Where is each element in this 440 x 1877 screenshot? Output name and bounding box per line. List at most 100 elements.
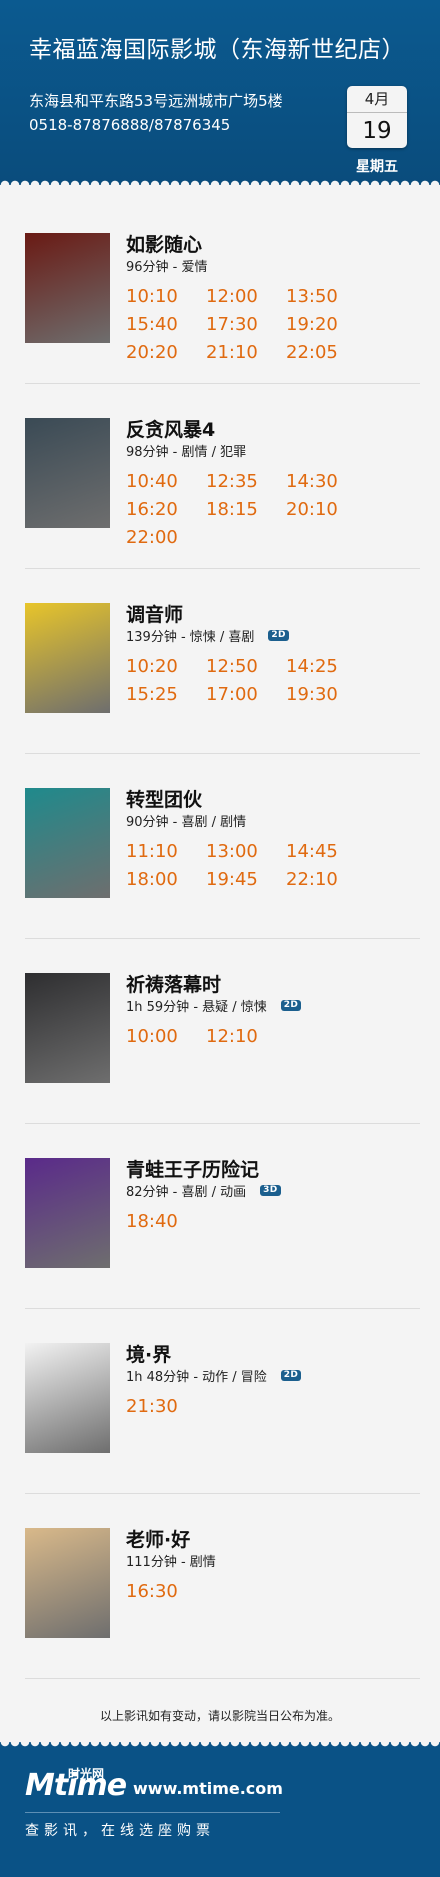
movie-poster[interactable]: [25, 233, 110, 343]
cinema-name: 幸福蓝海国际影城（东海新世纪店）: [29, 37, 405, 63]
movie-divider: [25, 383, 420, 384]
movie-poster[interactable]: [25, 603, 110, 713]
showtime[interactable]: 21:30: [126, 1393, 206, 1421]
showtime[interactable]: 22:00: [126, 524, 206, 552]
showtime[interactable]: 21:10: [206, 339, 286, 367]
mtime-site-link[interactable]: www.mtime.com: [133, 1779, 283, 1798]
showtime[interactable]: 15:25: [126, 681, 206, 709]
showtime[interactable]: 19:20: [286, 311, 366, 339]
format-badge: 3D: [260, 1185, 281, 1196]
movie-poster[interactable]: [25, 788, 110, 898]
date-month: 4月: [347, 86, 407, 113]
movie-divider: [25, 568, 420, 569]
movie-title[interactable]: 如影随心: [126, 230, 202, 257]
movie-duration-genre: 139分钟 - 惊悚 / 喜剧: [126, 630, 255, 645]
showtime-list: 16:30: [126, 1578, 426, 1606]
showtime-list: 11:10 13:00 14:45 18:00 19:45 22:10: [126, 838, 426, 894]
mtime-footer: Mtime 时光网 www.mtime.com 查影讯，在线选座购票: [0, 1742, 440, 1877]
movie-title[interactable]: 反贪风暴4: [126, 415, 215, 442]
movie-item[interactable]: 反贪风暴4 98分钟 - 剧情 / 犯罪 10:40 12:35 14:30 16:20 1…: [0, 418, 440, 603]
movie-meta: 90分钟 - 喜剧 / 剧情: [126, 811, 246, 830]
movie-title[interactable]: 祈祷落幕时: [126, 970, 221, 997]
movie-duration-genre: 82分钟 - 喜剧 / 动画: [126, 1185, 247, 1200]
showtime[interactable]: 17:00: [206, 681, 286, 709]
showtime[interactable]: 12:35: [206, 468, 286, 496]
showtime[interactable]: 13:50: [286, 283, 366, 311]
movie-meta: 82分钟 - 喜剧 / 动画 3D: [126, 1181, 281, 1200]
showtime-list: 10:20 12:50 14:25 15:25 17:00 19:30: [126, 653, 426, 709]
movie-divider: [25, 753, 420, 754]
movie-poster[interactable]: [25, 1158, 110, 1268]
movie-item[interactable]: 青蛙王子历险记 82分钟 - 喜剧 / 动画 3D 18:40: [0, 1158, 440, 1343]
showtime-list: 10:40 12:35 14:30 16:20 18:15 20:10 22:00: [126, 468, 426, 552]
showtime[interactable]: 18:40: [126, 1208, 206, 1236]
perforation-edge: [0, 177, 440, 185]
cinema-phone: 0518-87876888/87876345: [29, 116, 231, 134]
date-day: 19: [362, 118, 392, 144]
movie-duration-genre: 90分钟 - 喜剧 / 剧情: [126, 815, 247, 830]
showtime[interactable]: 15:40: [126, 311, 206, 339]
movie-meta: 1h 48分钟 - 动作 / 冒险 2D: [126, 1366, 302, 1385]
movie-divider: [25, 1493, 420, 1494]
movie-item[interactable]: 调音师 139分钟 - 惊悚 / 喜剧 2D 10:20 12:50 14:25 15:25…: [0, 603, 440, 788]
showtime[interactable]: 10:40: [126, 468, 206, 496]
showtime[interactable]: 12:50: [206, 653, 286, 681]
showtime[interactable]: 10:10: [126, 283, 206, 311]
movie-item[interactable]: 祈祷落幕时 1h 59分钟 - 悬疑 / 惊悚 2D 10:00 12:10: [0, 973, 440, 1158]
weekday: 星期五: [356, 159, 398, 175]
cinema-address: 东海县和平东路53号远洲城市广场5楼: [29, 92, 283, 110]
movie-poster[interactable]: [25, 1528, 110, 1638]
showtime[interactable]: 20:20: [126, 339, 206, 367]
date-card: 4月 19: [347, 86, 407, 148]
format-badge: 2D: [280, 1370, 302, 1381]
schedule-notice: 以上影讯如有变动，请以影院当日公布为准。: [99, 1709, 340, 1723]
movie-item[interactable]: 老师·好 111分钟 - 剧情 16:30: [0, 1528, 440, 1713]
movie-duration-genre: 98分钟 - 剧情 / 犯罪: [126, 445, 247, 460]
showtime-list: 10:10 12:00 13:50 15:40 17:30 19:20 20:20 21:10…: [126, 283, 426, 367]
perforation-edge: [0, 1742, 440, 1750]
showtime[interactable]: 12:00: [206, 283, 286, 311]
movie-divider: [25, 938, 420, 939]
showtime[interactable]: 22:05: [286, 339, 366, 367]
movie-meta: 139分钟 - 惊悚 / 喜剧 2D: [126, 626, 289, 645]
movie-title[interactable]: 老师·好: [126, 1525, 190, 1552]
showtime-list: 10:00 12:10: [126, 1023, 426, 1051]
movie-item[interactable]: 境·界 1h 48分钟 - 动作 / 冒险 2D 21:30: [0, 1343, 440, 1528]
showtime-list: 18:40: [126, 1208, 426, 1236]
movie-meta: 1h 59分钟 - 悬疑 / 惊悚 2D: [126, 996, 302, 1015]
showtime[interactable]: 18:00: [126, 866, 206, 894]
showtime[interactable]: 16:20: [126, 496, 206, 524]
movie-meta: 111分钟 - 剧情: [126, 1551, 216, 1570]
movie-title[interactable]: 调音师: [126, 600, 183, 627]
showtime[interactable]: 14:25: [286, 653, 366, 681]
showtime[interactable]: 14:30: [286, 468, 366, 496]
movie-duration-genre: 96分钟 - 爱情: [126, 260, 208, 275]
movie-poster[interactable]: [25, 973, 110, 1083]
showtime[interactable]: 19:45: [206, 866, 286, 894]
movie-item[interactable]: 转型团伙 90分钟 - 喜剧 / 剧情 11:10 13:00 14:45 18:00 19…: [0, 788, 440, 973]
showtime-list: 21:30: [126, 1393, 426, 1421]
format-badge: 2D: [268, 630, 289, 641]
movie-item[interactable]: 如影随心 96分钟 - 爱情 10:10 12:00 13:50 15:40 17:30 19…: [0, 233, 440, 418]
movie-divider: [25, 1123, 420, 1124]
showtime[interactable]: 20:10: [286, 496, 366, 524]
showtime[interactable]: 22:10: [286, 866, 366, 894]
showtime[interactable]: 10:00: [126, 1023, 206, 1051]
movie-poster[interactable]: [25, 418, 110, 528]
showtime[interactable]: 12:10: [206, 1023, 286, 1051]
movie-divider: [25, 1308, 420, 1309]
showtime[interactable]: 13:00: [206, 838, 286, 866]
showtime[interactable]: 10:20: [126, 653, 206, 681]
showtime[interactable]: 18:15: [206, 496, 286, 524]
showtime[interactable]: 19:30: [286, 681, 366, 709]
movie-title[interactable]: 境·界: [126, 1340, 171, 1367]
movie-title[interactable]: 转型团伙: [126, 785, 202, 812]
showtime[interactable]: 17:30: [206, 311, 286, 339]
footer-divider: [25, 1812, 280, 1813]
movie-title[interactable]: 青蛙王子历险记: [126, 1155, 259, 1182]
showtime[interactable]: 14:45: [286, 838, 366, 866]
showtime[interactable]: 16:30: [126, 1578, 206, 1606]
movie-duration-genre: 111分钟 - 剧情: [126, 1555, 216, 1570]
showtime[interactable]: 11:10: [126, 838, 206, 866]
movie-poster[interactable]: [25, 1343, 110, 1453]
